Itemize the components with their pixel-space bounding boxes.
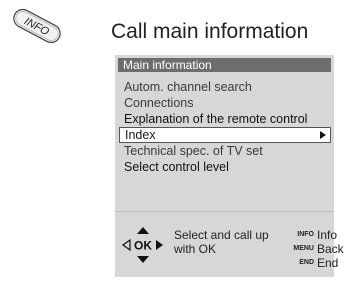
legend-info: INFO Info	[297, 228, 338, 242]
submenu-arrow-icon	[320, 131, 326, 139]
menu-item-remote-control-explanation[interactable]: Explanation of the remote control	[119, 111, 331, 127]
menu-list: Autom. channel search Connections Explan…	[119, 79, 331, 175]
menu-item-index[interactable]: Index	[119, 127, 331, 143]
ok-label: OK	[134, 239, 152, 253]
info-key-icon: INFO	[13, 8, 61, 44]
menu-item-autom-channel-search[interactable]: Autom. channel search	[119, 79, 331, 95]
legend-back: MENU Back	[293, 242, 344, 256]
ok-navigation-pad-icon: OK	[121, 227, 163, 263]
page-title: Call main information	[111, 20, 309, 43]
menu-item-select-control-level[interactable]: Select control level	[119, 159, 331, 175]
osd-title: Main information	[118, 58, 331, 72]
menu-item-connections[interactable]: Connections	[119, 95, 331, 111]
help-text: Select and call up with OK	[174, 228, 269, 256]
main-information-screen: Main information Autom. channel search C…	[115, 55, 344, 277]
menu-item-technical-spec[interactable]: Technical spec. of TV set	[119, 143, 331, 159]
divider	[115, 211, 334, 212]
key-legend: INFO Info MENU Back END End	[286, 228, 344, 270]
legend-end: END End	[299, 256, 339, 270]
